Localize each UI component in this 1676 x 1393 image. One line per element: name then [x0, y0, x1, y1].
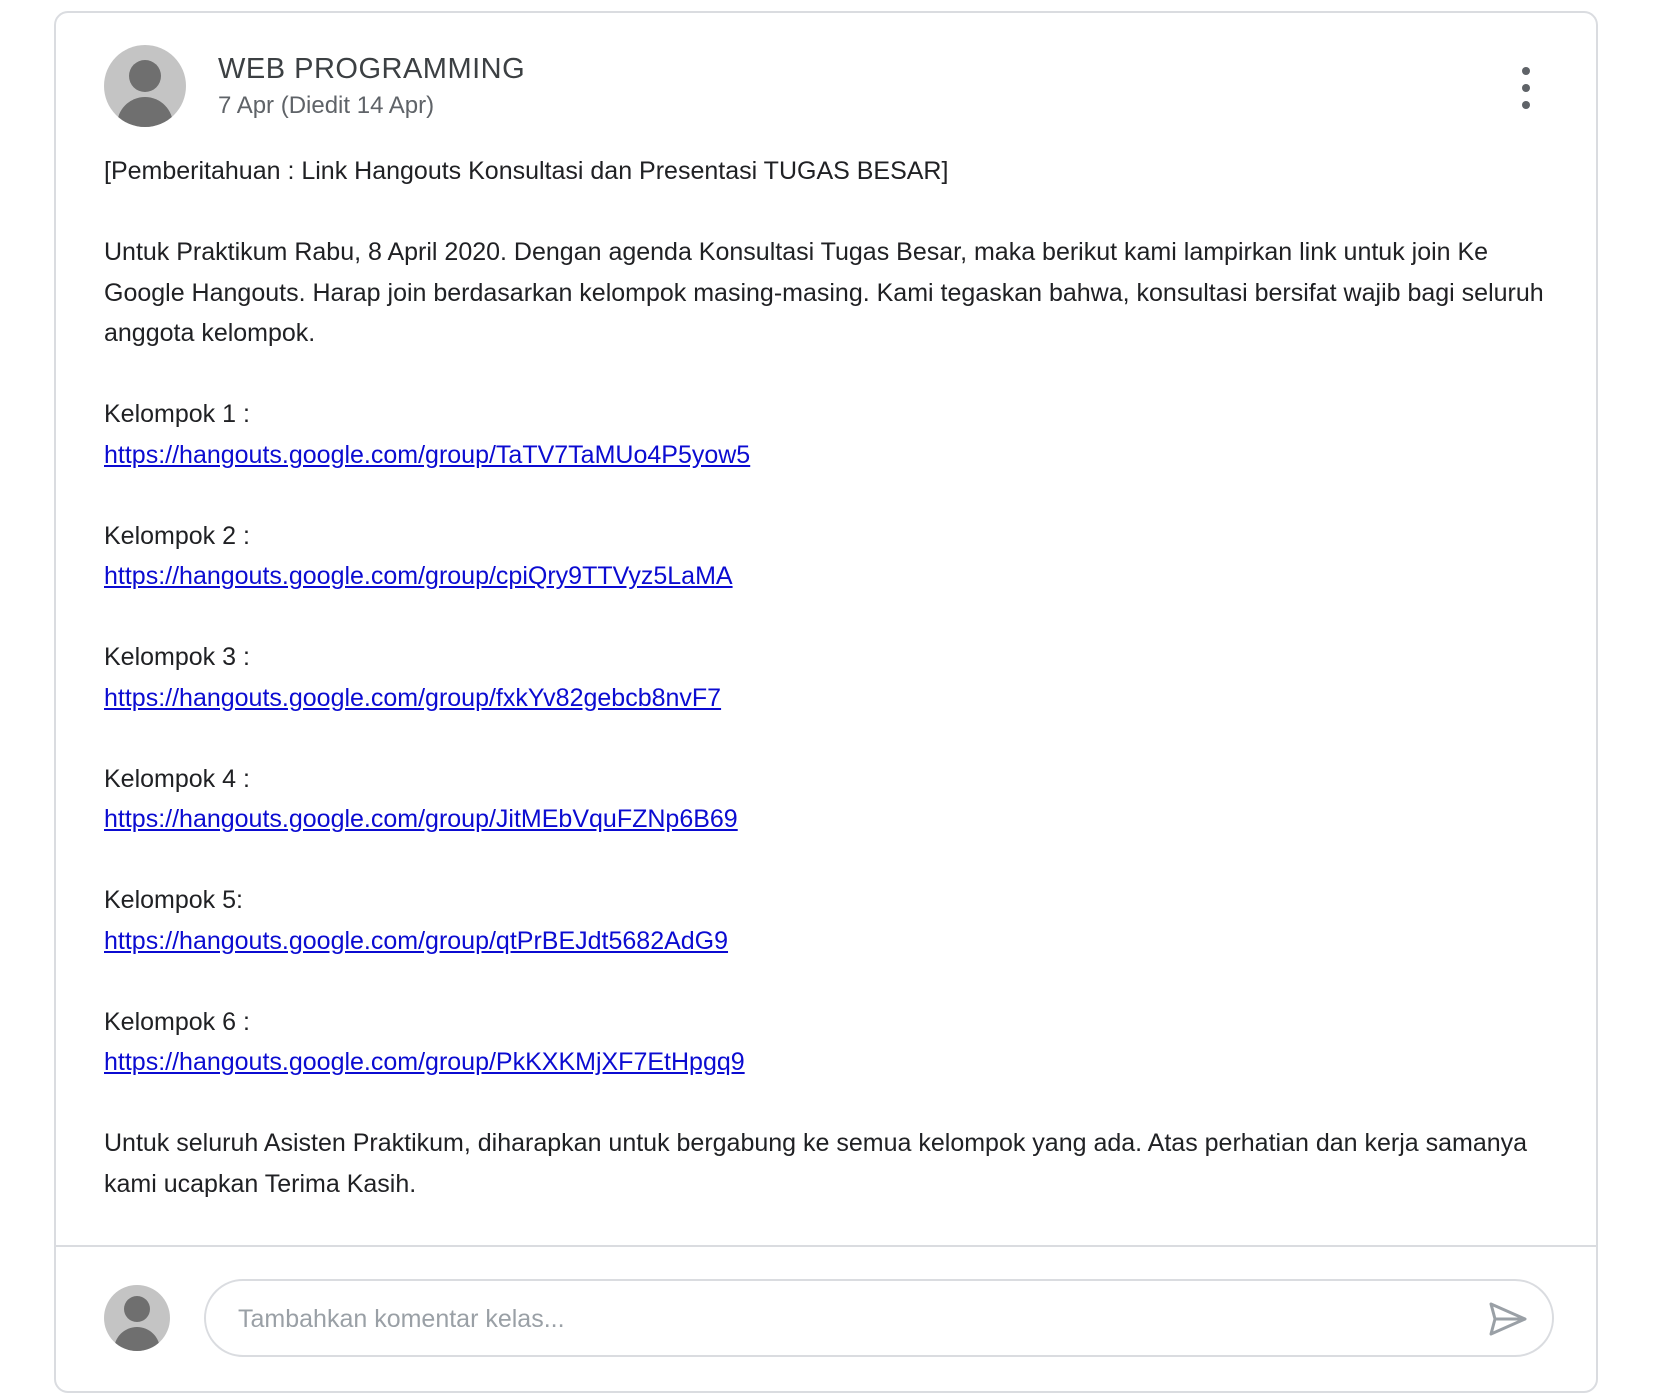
group-link[interactable]: https://hangouts.google.com/group/TaTV7T… [104, 441, 750, 469]
post-title-line: [Pemberitahuan : Link Hangouts Konsultas… [104, 157, 949, 185]
post-body: [Pemberitahuan : Link Hangouts Konsultas… [104, 151, 1554, 1204]
group-label: Kelompok 4 : [104, 764, 250, 793]
group-label: Kelompok 3 : [104, 643, 250, 671]
comment-input[interactable] [236, 1295, 1440, 1343]
group-link[interactable]: https://hangouts.google.com/group/JitMEb… [104, 805, 738, 833]
group-link[interactable]: https://hangouts.google.com/group/qtPrBE… [104, 927, 728, 955]
post-date: 7 Apr (Diedit 14 Apr) [218, 92, 435, 119]
announcement-card: WEB PROGRAMMING 7 Apr (Diedit 14 Apr) [P… [54, 11, 1598, 1393]
send-button[interactable] [1486, 1297, 1530, 1341]
divider [56, 1245, 1596, 1247]
author-name: WEB PROGRAMMING [218, 53, 526, 85]
group-label: Kelompok 2 : [104, 521, 250, 550]
group-link[interactable]: https://hangouts.google.com/group/cpiQry… [104, 562, 733, 590]
group-label: Kelompok 1 : [104, 400, 250, 428]
author-avatar-icon [104, 45, 186, 127]
group-label: Kelompok 6 : [104, 1007, 250, 1036]
comment-box [204, 1279, 1554, 1357]
commenter-avatar-icon [104, 1285, 170, 1351]
post-closing: Untuk seluruh Asisten Praktikum, diharap… [104, 1129, 1528, 1198]
group-link[interactable]: https://hangouts.google.com/group/PkKXKM… [104, 1048, 745, 1076]
group-link[interactable]: https://hangouts.google.com/group/fxkYv8… [104, 684, 721, 712]
group-label: Kelompok 5: [104, 886, 243, 914]
post-intro: Untuk Praktikum Rabu, 8 April 2020. Deng… [104, 238, 1544, 347]
more-options-button[interactable] [1506, 63, 1546, 113]
post-header: WEB PROGRAMMING 7 Apr (Diedit 14 Apr) [56, 13, 1596, 143]
send-icon [1489, 1302, 1527, 1336]
